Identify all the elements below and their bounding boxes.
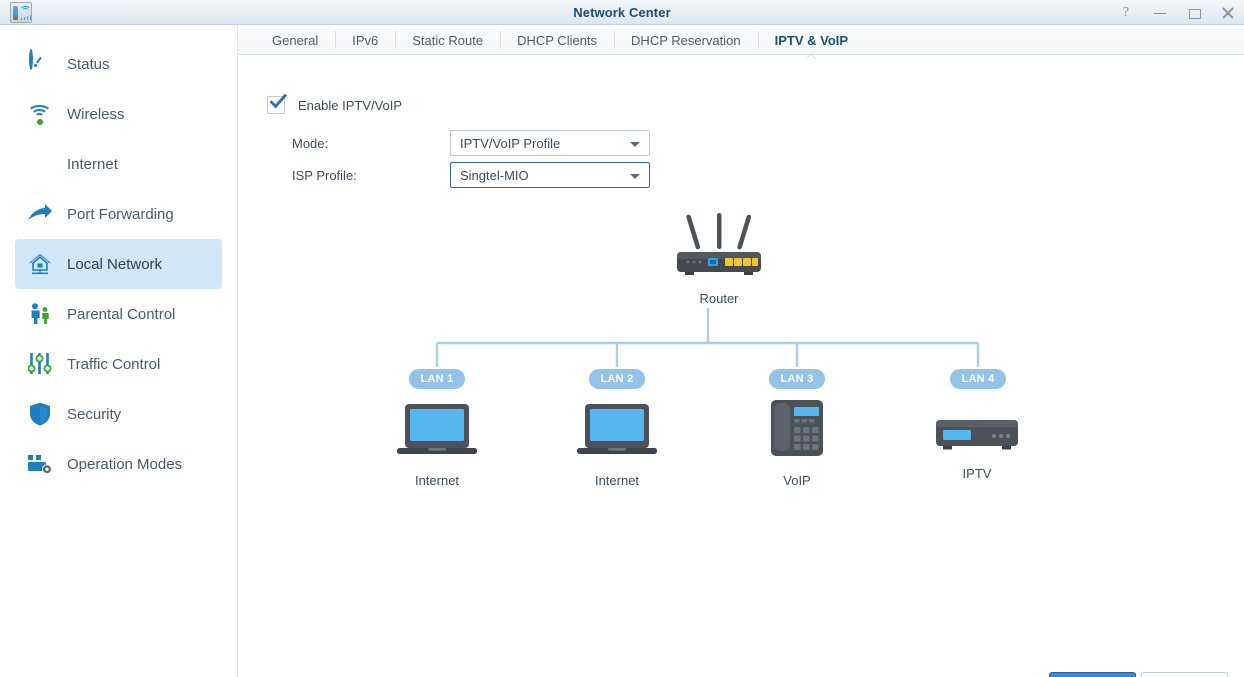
sidebar-item-status[interactable]: Status (15, 39, 222, 89)
sidebar-item-label: Port Forwarding (67, 205, 174, 223)
isp-profile-label: ISP Profile: (292, 167, 357, 183)
tab-label: IPv6 (352, 32, 379, 48)
sidebar-item-local-network[interactable]: Local Network (15, 239, 222, 289)
tab-label: DHCP Reservation (631, 32, 741, 48)
device-node-4: IPTV (917, 419, 1037, 481)
apply-button[interactable]: Apply (1049, 672, 1136, 677)
tab-dhcp-clients[interactable]: DHCP Clients (500, 25, 614, 55)
maximize-icon[interactable] (1186, 5, 1202, 21)
shield-icon (27, 401, 53, 427)
tab-label: Static Route (412, 32, 484, 48)
window-title: Network Center (573, 5, 671, 20)
sidebar-item-label: Traffic Control (67, 355, 161, 373)
mode-label: Mode: (292, 135, 329, 151)
chevron-down-icon (630, 174, 640, 179)
isp-profile-select[interactable]: Singtel-MIO (450, 162, 650, 188)
chevron-down-icon (630, 142, 640, 147)
help-icon[interactable]: ? (1118, 5, 1134, 21)
sidebar: Status Wireless Internet Port Forwarding (0, 25, 238, 677)
desk-phone-icon (765, 400, 829, 464)
lan-badge-1: LAN 1 (409, 369, 465, 389)
tab-label: DHCP Clients (517, 32, 598, 48)
sliders-icon (27, 351, 53, 377)
window-controls: ? (1118, 0, 1236, 25)
device-label-2: Internet (594, 473, 640, 488)
tab-label: General (272, 32, 319, 48)
lan-badge-4: LAN 4 (950, 369, 1006, 389)
sidebar-item-label: Operation Modes (67, 455, 183, 473)
sidebar-item-port-forwarding[interactable]: Port Forwarding (15, 189, 222, 239)
sidebar-item-parental-control[interactable]: Parental Control (15, 289, 222, 339)
reset-button[interactable]: Reset (1141, 672, 1228, 677)
network-center-window: Network Center ? Status Wireless Interne… (0, 0, 1244, 677)
lan-badge-2: LAN 2 (589, 369, 645, 389)
device-node-1: Internet (377, 402, 497, 488)
laptop-icon (397, 404, 477, 464)
sidebar-item-label: Local Network (67, 255, 163, 273)
minimize-icon[interactable] (1152, 5, 1168, 21)
device-node-2: Internet (557, 402, 677, 488)
tab-static-route[interactable]: Static Route (395, 25, 500, 55)
globe-icon (27, 151, 53, 177)
device-label-4: IPTV (962, 466, 992, 481)
router-label: Router (699, 291, 739, 306)
sidebar-item-wireless[interactable]: Wireless (15, 89, 222, 139)
mode-select-value: IPTV/VoIP Profile (460, 135, 561, 151)
wifi-icon (27, 101, 53, 127)
device-node-3: VoIP (737, 396, 857, 488)
sidebar-item-label: Parental Control (67, 305, 176, 323)
device-gear-icon (27, 451, 53, 477)
mode-select[interactable]: IPTV/VoIP Profile (450, 130, 650, 156)
main-panel: General IPv6 Static Route DHCP Clients D… (238, 25, 1244, 677)
sidebar-item-label: Wireless (67, 105, 125, 123)
close-icon[interactable] (1220, 5, 1236, 21)
checkmark-icon (269, 93, 287, 111)
sidebar-item-label: Status (67, 55, 110, 73)
router-icon (673, 213, 765, 282)
sidebar-item-label: Internet (67, 155, 118, 173)
device-label-3: VoIP (783, 473, 811, 488)
device-label-1: Internet (414, 473, 460, 488)
sidebar-item-traffic-control[interactable]: Traffic Control (15, 339, 222, 389)
home-network-icon (27, 251, 53, 277)
sidebar-item-operation-modes[interactable]: Operation Modes (15, 439, 222, 489)
tab-content-iptv-voip: Enable IPTV/VoIP Mode: IPTV/VoIP Profile… (238, 55, 1244, 677)
enable-iptv-voip-label: Enable IPTV/VoIP (298, 97, 403, 113)
parents-child-icon (27, 301, 53, 327)
arrow-forward-icon (27, 201, 53, 227)
isp-profile-select-value: Singtel-MIO (460, 167, 529, 183)
enable-iptv-voip-row[interactable]: Enable IPTV/VoIP (267, 93, 403, 114)
sidebar-item-internet[interactable]: Internet (15, 139, 222, 189)
active-tab-indicator (805, 55, 818, 60)
laptop-icon (577, 404, 657, 464)
sidebar-item-security[interactable]: Security (15, 389, 222, 439)
router-node: Router (664, 212, 774, 306)
lan-badge-3: LAN 3 (769, 369, 825, 389)
enable-iptv-voip-checkbox[interactable] (267, 93, 287, 114)
title-bar: Network Center ? (0, 0, 1244, 25)
sidebar-item-label: Security (67, 405, 122, 423)
tab-general[interactable]: General (255, 25, 335, 55)
mode-row: Mode: IPTV/VoIP Profile (292, 130, 650, 156)
tab-bar: General IPv6 Static Route DHCP Clients D… (238, 25, 1244, 60)
tab-label: IPTV & VoIP (774, 32, 849, 48)
tab-iptv-voip[interactable]: IPTV & VoIP (757, 25, 865, 60)
isp-profile-row: ISP Profile: Singtel-MIO (292, 162, 650, 188)
tab-ipv6[interactable]: IPv6 (335, 25, 395, 55)
speedometer-icon (27, 49, 53, 77)
tab-dhcp-reservation[interactable]: DHCP Reservation (614, 25, 758, 55)
set-top-box-icon (935, 420, 1019, 457)
